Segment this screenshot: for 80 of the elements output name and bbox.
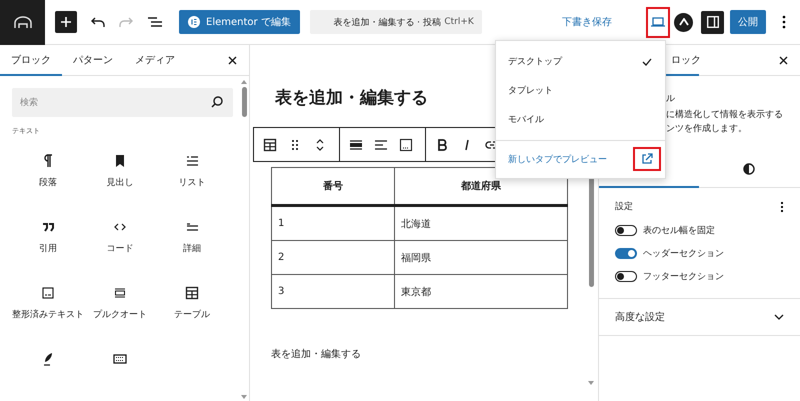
toggle-switch[interactable] <box>615 248 637 259</box>
caption-icon[interactable] <box>399 138 413 152</box>
toggle-label: 表のセル幅を固定 <box>643 224 715 237</box>
block-item[interactable]: リスト <box>156 154 228 220</box>
description-line: ンツを作成します。 <box>666 122 748 136</box>
feather-icon <box>41 352 55 366</box>
toggle-label: フッターセクション <box>643 271 724 283</box>
panel-tab[interactable]: メディア <box>124 45 186 76</box>
publish-button[interactable]: 公開 <box>730 10 766 34</box>
post-title: 表を追加・編集する · 投稿 <box>332 16 442 28</box>
block-item[interactable]: 詳細 <box>156 220 228 286</box>
plugin-icon[interactable] <box>674 12 693 32</box>
scroll-down-icon[interactable] <box>241 395 247 399</box>
search-icon[interactable] <box>211 96 223 108</box>
half-circle-icon <box>743 163 755 175</box>
description-line: に構造化して情報を表示する <box>666 108 784 122</box>
toggle-switch[interactable] <box>615 271 637 282</box>
external-link-button[interactable] <box>633 147 661 171</box>
menu-item[interactable]: タブレット <box>496 76 665 105</box>
table-cell: 北海道 <box>394 206 568 240</box>
add-block-button[interactable] <box>55 11 77 33</box>
table-cell: 福岡県 <box>394 240 568 274</box>
table-cell: 1 <box>272 206 394 240</box>
scroll-down-icon[interactable] <box>588 381 594 385</box>
block-item[interactable]: コード <box>84 220 156 286</box>
menu-item[interactable]: デスクトップ <box>496 47 665 76</box>
block-name: ル <box>666 93 676 106</box>
close-icon[interactable] <box>779 56 788 64</box>
sidebar-icon <box>706 16 718 28</box>
list-icon <box>185 154 199 168</box>
pullquote-icon <box>113 286 127 300</box>
table-icon <box>185 286 199 300</box>
command-bar[interactable]: 表を追加・編集する · 投稿 Ctrl+K <box>310 10 482 34</box>
table-cell: 東京都 <box>394 274 568 308</box>
align-wide-icon[interactable] <box>349 138 363 152</box>
table-cell: 2 <box>272 240 394 274</box>
block-item[interactable]: 引用 <box>12 220 84 286</box>
shortcut-label: Ctrl+K <box>444 17 474 27</box>
list-view-icon[interactable] <box>147 16 163 28</box>
toggle-label: ヘッダーセクション <box>643 248 724 260</box>
settings-toggle[interactable] <box>701 10 724 34</box>
plus-icon <box>60 16 72 28</box>
toggle-switch[interactable] <box>615 225 637 236</box>
scrollbar-thumb[interactable] <box>242 87 246 117</box>
elementor-icon <box>188 16 200 28</box>
bold-icon[interactable] <box>435 138 449 152</box>
keyboard-icon <box>113 352 127 366</box>
advanced-settings-header[interactable]: 高度な設定 <box>599 299 800 336</box>
preview-button[interactable] <box>646 6 670 38</box>
paragraph[interactable]: 表を追加・編集する <box>271 347 584 361</box>
search-field[interactable]: 検索 <box>12 88 233 117</box>
bookmark-icon <box>113 154 127 168</box>
site-logo[interactable] <box>0 0 45 44</box>
scroll-up-icon[interactable] <box>241 80 247 84</box>
chevron-up-icon <box>678 18 688 26</box>
align-left-icon[interactable] <box>374 138 388 152</box>
column-header: 番号 <box>272 168 394 206</box>
block-item[interactable]: 見出し <box>84 154 156 220</box>
table-cell: 3 <box>272 274 394 308</box>
more-icon[interactable] <box>780 200 784 212</box>
close-icon[interactable] <box>228 56 237 64</box>
panel-tab[interactable]: ブロック <box>0 45 62 76</box>
arch-icon <box>12 15 32 29</box>
elementor-button[interactable]: Elementor で編集 <box>179 10 300 34</box>
section-title: 設定 <box>615 200 633 213</box>
table-icon[interactable] <box>263 138 277 152</box>
preview-link[interactable]: 新しいタブでプレビュー <box>508 152 607 166</box>
laptop-icon <box>651 17 665 27</box>
block-item[interactable]: プルクオート <box>84 286 156 352</box>
quote-icon <box>41 220 55 234</box>
more-icon[interactable] <box>782 15 786 29</box>
panel-tab[interactable]: パターン <box>62 45 124 76</box>
menu-item[interactable]: モバイル <box>496 105 665 134</box>
save-draft-link[interactable]: 下書き保存 <box>562 15 612 29</box>
external-link-icon <box>641 153 653 165</box>
block-item[interactable]: テーブル <box>156 286 228 352</box>
block-item[interactable]: 段落 <box>12 154 84 220</box>
block-item[interactable]: 整形済みテキスト <box>12 286 84 352</box>
preformatted-icon <box>41 286 55 300</box>
undo-icon[interactable] <box>91 16 105 28</box>
